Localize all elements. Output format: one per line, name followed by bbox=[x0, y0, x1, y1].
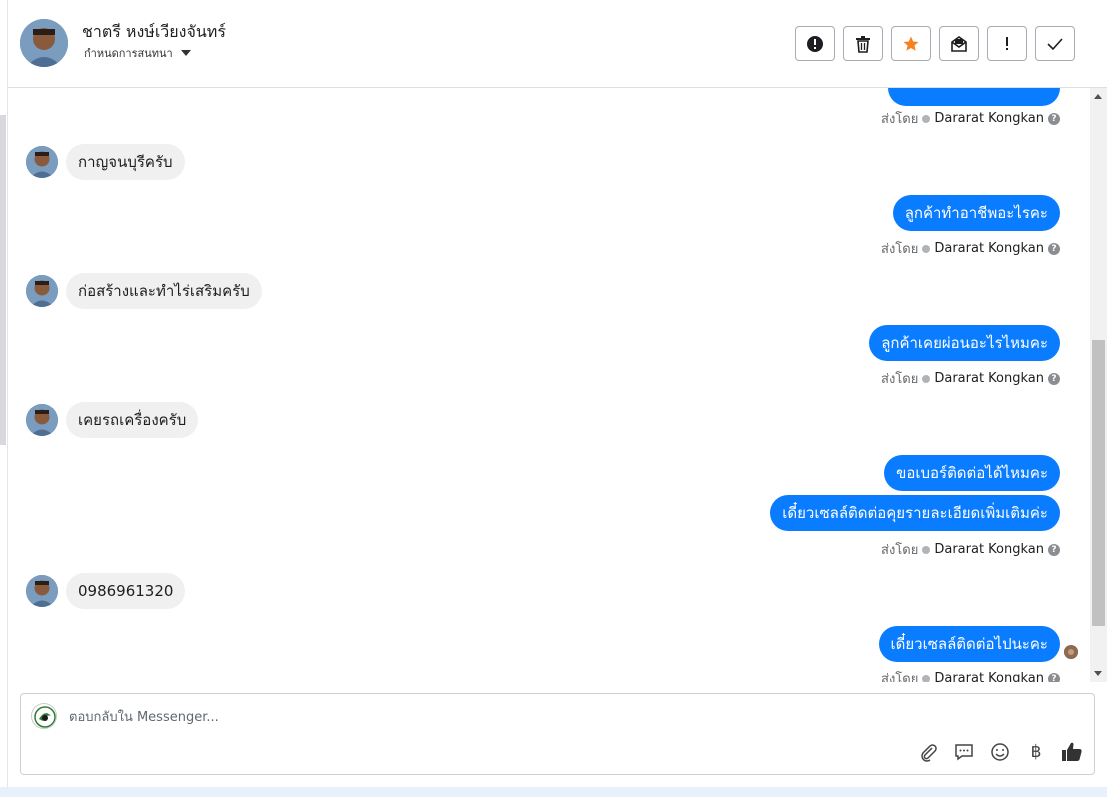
reply-input[interactable] bbox=[69, 706, 969, 728]
agent-name: Dararat Kongkan bbox=[934, 542, 1044, 557]
message-text: กาญจนบุรีครับ bbox=[66, 144, 185, 180]
outgoing-message: เดี๋ยวเซลล์ติดต่อคุยรายละเอียดเพิ่มเติมค… bbox=[770, 495, 1060, 531]
sent-by-line: ส่งโดย Dararat Kongkan ? bbox=[881, 668, 1060, 682]
caret-down-icon bbox=[180, 50, 191, 56]
message-thread[interactable]: ส่งโดย Dararat Kongkan ? กาญจนบุรีครับ ล… bbox=[8, 88, 1090, 682]
attach-icon bbox=[921, 744, 937, 762]
delete-button[interactable] bbox=[843, 26, 883, 61]
mark-unread-button[interactable] bbox=[939, 26, 979, 61]
trash-icon bbox=[856, 35, 870, 53]
incoming-message: เคยรถเครื่องครับ bbox=[26, 402, 199, 438]
help-icon[interactable]: ? bbox=[1048, 372, 1060, 385]
sent-by-line: ส่งโดย Dararat Kongkan ? bbox=[881, 368, 1060, 389]
message-text: เคยรถเครื่องครับ bbox=[66, 402, 199, 438]
message-text: 0986961320 bbox=[66, 573, 186, 609]
spam-button[interactable] bbox=[795, 26, 835, 61]
outgoing-message: เดี๋ยวเซลล์ติดต่อไปนะคะ bbox=[878, 626, 1060, 662]
contact-avatar-small bbox=[26, 146, 58, 178]
contact-avatar[interactable] bbox=[20, 19, 68, 67]
incoming-message: 0986961320 bbox=[26, 573, 186, 609]
help-icon[interactable]: ? bbox=[1048, 672, 1060, 682]
seen-avatar bbox=[1064, 645, 1078, 659]
help-icon[interactable]: ? bbox=[1048, 543, 1060, 556]
alert-circle-icon bbox=[807, 35, 823, 52]
emoji-button[interactable] bbox=[988, 740, 1012, 764]
contact-avatar-small bbox=[26, 404, 58, 436]
baht-icon: ฿ bbox=[1030, 742, 1042, 762]
incoming-message: กาญจนบุรีครับ bbox=[26, 144, 185, 180]
contact-avatar-small bbox=[26, 275, 58, 307]
conversation-schedule-dropdown[interactable]: กำหนดการสนทนา bbox=[84, 44, 191, 62]
sent-by-label: ส่งโดย bbox=[881, 543, 919, 558]
help-icon[interactable]: ? bbox=[1048, 112, 1060, 125]
outgoing-message: ลูกค้าทำอาชีพอะไรคะ bbox=[892, 195, 1060, 231]
emoji-icon bbox=[991, 743, 1009, 761]
bottom-strip bbox=[0, 787, 1107, 797]
contact-avatar-small bbox=[26, 575, 58, 607]
left-panel-edge bbox=[0, 0, 8, 797]
thread-scrollbar[interactable] bbox=[1090, 88, 1107, 682]
like-button[interactable] bbox=[1060, 740, 1084, 764]
sent-by-label: ส่งโดย bbox=[881, 672, 919, 682]
contact-name[interactable]: ชาตรี หงษ์เวียงจันทร์ bbox=[82, 20, 226, 45]
scroll-down-arrow-icon[interactable] bbox=[1094, 671, 1102, 676]
saved-replies-button[interactable] bbox=[952, 740, 976, 764]
sent-by-label: ส่งโดย bbox=[881, 242, 919, 257]
done-button[interactable] bbox=[1035, 26, 1075, 61]
check-icon bbox=[1047, 37, 1063, 50]
conversation-header: ชาตรี หงษ์เวียงจันทร์ กำหนดการสนทนา bbox=[8, 0, 1107, 88]
agent-name: Dararat Kongkan bbox=[934, 671, 1044, 682]
help-icon[interactable]: ? bbox=[1048, 242, 1060, 255]
payment-button[interactable]: ฿ bbox=[1024, 740, 1048, 764]
sent-by-line: ส่งโดย Dararat Kongkan ? bbox=[881, 108, 1060, 129]
incoming-message: ก่อสร้างและทำไร่เสริมครับ bbox=[26, 273, 262, 309]
message-text: ก่อสร้างและทำไร่เสริมครับ bbox=[66, 273, 262, 309]
delivered-icon bbox=[922, 114, 931, 123]
left-scroll-strip bbox=[0, 115, 6, 445]
chat-bubble-icon bbox=[955, 744, 973, 761]
delivered-icon bbox=[922, 374, 931, 383]
important-button[interactable] bbox=[987, 26, 1027, 61]
sent-by-label: ส่งโดย bbox=[881, 372, 919, 387]
delivered-icon bbox=[922, 244, 931, 253]
delivered-icon bbox=[922, 674, 931, 682]
star-button[interactable] bbox=[891, 26, 931, 61]
attach-button[interactable] bbox=[916, 740, 940, 764]
header-actions bbox=[795, 26, 1075, 61]
thumbs-up-icon bbox=[1062, 742, 1082, 761]
page-logo-icon bbox=[31, 703, 57, 729]
outgoing-message: ลูกค้าเคยผ่อนอะไรไหมคะ bbox=[869, 325, 1060, 361]
agent-name: Dararat Kongkan bbox=[934, 241, 1044, 256]
delivered-icon bbox=[922, 545, 931, 554]
sent-by-label: ส่งโดย bbox=[881, 112, 919, 127]
sent-by-line: ส่งโดย Dararat Kongkan ? bbox=[881, 539, 1060, 560]
composer-tools: ฿ bbox=[916, 740, 1084, 764]
outgoing-message-partial bbox=[888, 88, 1060, 106]
outgoing-message: ขอเบอร์ติดต่อได้ไหมคะ bbox=[884, 455, 1060, 491]
exclamation-icon bbox=[1006, 36, 1008, 50]
sent-by-line: ส่งโดย Dararat Kongkan ? bbox=[881, 238, 1060, 259]
scrollbar-thumb[interactable] bbox=[1092, 340, 1105, 626]
agent-name: Dararat Kongkan bbox=[934, 371, 1044, 386]
mail-icon bbox=[951, 35, 967, 52]
scroll-up-arrow-icon[interactable] bbox=[1094, 94, 1102, 99]
schedule-label: กำหนดการสนทนา bbox=[84, 47, 173, 60]
reply-composer: ฿ bbox=[20, 693, 1095, 775]
star-icon bbox=[903, 36, 919, 51]
agent-name: Dararat Kongkan bbox=[934, 111, 1044, 126]
